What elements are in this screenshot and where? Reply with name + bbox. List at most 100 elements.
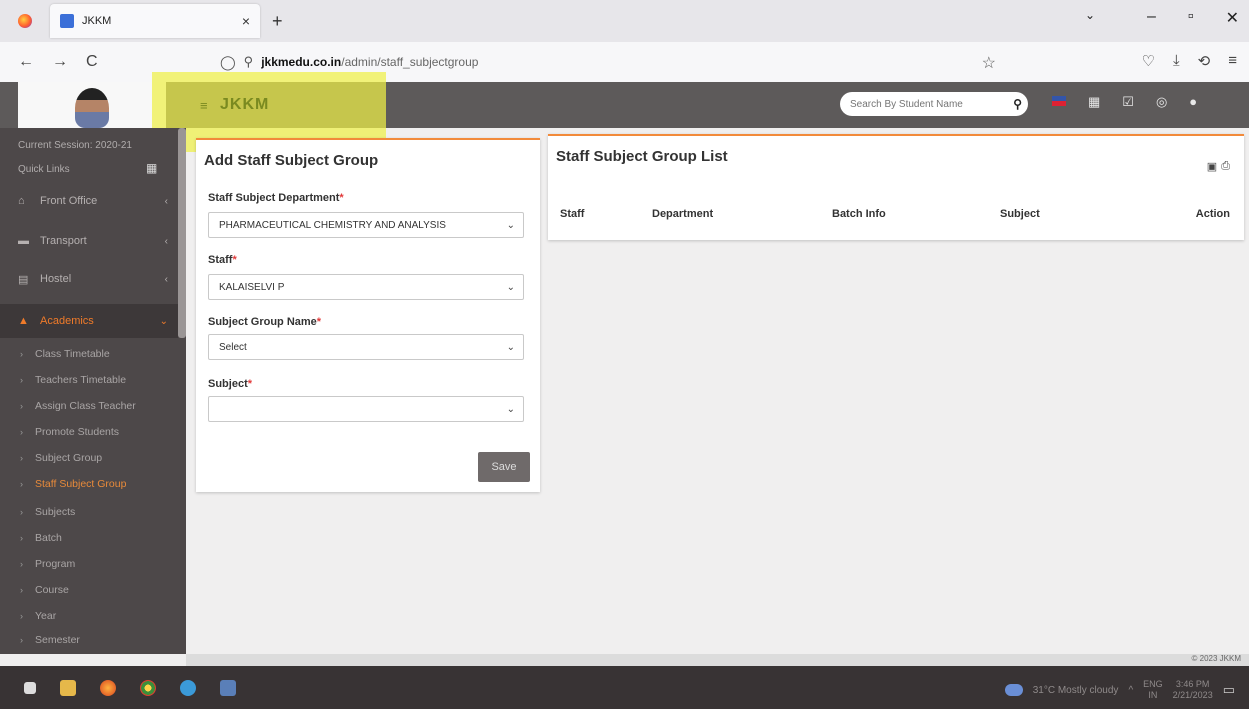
sidebar-scrollbar[interactable] (178, 128, 186, 338)
sub-item-label: Class Timetable (35, 348, 110, 360)
subject-group-value: Select (219, 341, 247, 353)
flag-icon[interactable] (1052, 96, 1066, 106)
sidebar: Current Session: 2020-21 Quick Links ▦ ⌂… (0, 128, 186, 654)
new-tab-button[interactable]: + (272, 11, 283, 32)
sub-item-program[interactable]: › Program (20, 558, 75, 570)
whatsapp-icon[interactable]: ◎ (1156, 94, 1167, 110)
chevron-down-icon: ⌄ (506, 281, 515, 293)
sub-item-subjects[interactable]: › Subjects (20, 506, 75, 518)
forward-button[interactable]: → (52, 53, 68, 71)
sub-item-label: Subject Group (35, 452, 103, 464)
sidebar-item-front-office[interactable]: ⌂ Front Office ‹ (0, 184, 178, 218)
clock[interactable]: 3:46 PM 2/21/2023 (1173, 679, 1213, 701)
app-icon[interactable] (180, 679, 196, 696)
required-mark: * (232, 254, 237, 266)
col-staff[interactable]: Staff (560, 208, 584, 220)
chevron-right-icon: › (20, 427, 23, 437)
sub-item-label: Program (35, 558, 76, 570)
chevron-right-icon: › (20, 375, 23, 385)
chevron-right-icon: › (20, 635, 23, 645)
subject-label: Subject* (208, 378, 252, 390)
quick-links[interactable]: Quick Links (18, 164, 70, 175)
bus-icon: ▬ (18, 235, 29, 247)
chrome-icon[interactable] (140, 679, 156, 696)
window-app-icon[interactable] (220, 679, 236, 696)
sub-item-staff-subject-group[interactable]: › Staff Subject Group (20, 478, 126, 490)
grid-icon[interactable]: ▦ (146, 161, 157, 175)
firefox-taskbar-icon[interactable] (100, 679, 116, 696)
sidebar-item-label: Academics (40, 315, 94, 327)
reload-button[interactable]: C (86, 53, 98, 71)
language-indicator[interactable]: ENG IN (1143, 679, 1163, 701)
back-button[interactable]: ← (18, 53, 34, 71)
subject-group-select[interactable]: Select ⌄ (208, 334, 524, 360)
required-mark: * (247, 378, 253, 390)
minimize-icon[interactable]: – (1147, 8, 1156, 28)
graduation-cap-icon: ▲ (18, 315, 29, 327)
windows-icon[interactable] (24, 681, 36, 694)
tray-chevron-icon[interactable]: ^ (1128, 685, 1133, 696)
app-brand[interactable]: JKKM (220, 96, 269, 114)
sub-item-label: Assign Class Teacher (35, 400, 136, 412)
user-icon[interactable]: ● (1189, 94, 1197, 110)
sub-item-course[interactable]: › Course (20, 584, 69, 596)
menu-icon[interactable]: ≡ (1228, 52, 1237, 70)
hamburger-icon[interactable]: ≡ (200, 98, 208, 113)
calendar-icon[interactable]: ▦ (1088, 94, 1100, 110)
sub-item-label: Promote Students (35, 426, 120, 438)
print-icon[interactable]: ⎙ (1221, 160, 1230, 173)
header-icons: ▦ ☑ ◎ ● (1052, 94, 1197, 110)
browser-tab[interactable]: JKKM × (50, 4, 260, 38)
extensions-icon[interactable]: ⟲ (1198, 52, 1211, 70)
maximize-icon[interactable]: ▫ (1188, 8, 1194, 28)
sidebar-item-transport[interactable]: ▬ Transport ‹ (0, 224, 178, 258)
sidebar-item-academics[interactable]: ▲ Academics ⌄ (0, 304, 178, 338)
notification-icon[interactable]: ▭ (1223, 682, 1235, 698)
weather-icon[interactable] (1004, 684, 1023, 696)
file-explorer-icon[interactable] (60, 679, 76, 696)
sidebar-item-label: Transport (40, 235, 87, 247)
sub-item-semester[interactable]: › Semester (20, 634, 80, 646)
col-department[interactable]: Department (652, 208, 713, 220)
chevron-right-icon: › (20, 611, 23, 621)
avatar (75, 88, 109, 128)
weather-text[interactable]: 31°C Mostly cloudy (1033, 685, 1119, 696)
staff-label-text: Staff (208, 254, 233, 266)
department-select[interactable]: PHARMACEUTICAL CHEMISTRY AND ANALYSIS ⌄ (208, 212, 524, 238)
staff-subject-group-list-card: Staff Subject Group List ▣ ⎙ Staff Depar… (548, 134, 1244, 240)
sub-item-label: Semester (35, 634, 80, 646)
chevron-right-icon: › (20, 479, 23, 489)
sub-item-assign-class-teacher[interactable]: › Assign Class Teacher (20, 400, 136, 412)
close-window-icon[interactable]: ✕ (1226, 8, 1239, 28)
star-icon[interactable]: ☆ (982, 53, 996, 73)
checkbox-icon[interactable]: ☑ (1122, 94, 1134, 110)
download-icon[interactable]: ⤓ (1173, 52, 1180, 70)
firefox-icon (18, 14, 32, 28)
col-subject[interactable]: Subject (1000, 208, 1040, 220)
search-input[interactable] (850, 98, 1000, 110)
search-icon[interactable]: ⚲ (1013, 97, 1022, 111)
subject-select[interactable]: ⌄ (208, 396, 524, 422)
footer: © 2023 JKKM (186, 654, 1249, 666)
chevron-right-icon: › (20, 507, 23, 517)
tab-title: JKKM (82, 15, 112, 27)
sub-item-promote-students[interactable]: › Promote Students (20, 426, 119, 438)
staff-select[interactable]: KALAISELVI P ⌄ (208, 274, 524, 300)
copyright: © 2023 JKKM (1191, 654, 1241, 663)
lock-icon[interactable]: ⚲ (244, 54, 254, 70)
sub-item-subject-group[interactable]: › Subject Group (20, 452, 102, 464)
shield-icon[interactable]: ◯ (220, 54, 236, 71)
save-button[interactable]: Save (478, 452, 530, 482)
close-tab-icon[interactable]: × (242, 13, 250, 29)
sub-item-class-timetable[interactable]: › Class Timetable (20, 348, 110, 360)
col-batch-info[interactable]: Batch Info (832, 208, 886, 220)
pocket-icon[interactable]: ♡ (1142, 52, 1155, 70)
chevron-left-icon: ‹ (164, 235, 168, 247)
sub-item-year[interactable]: › Year (20, 610, 56, 622)
tab-list-icon[interactable]: ⌄ (1085, 8, 1095, 28)
export-icon[interactable]: ▣ (1207, 160, 1217, 173)
sub-item-teachers-timetable[interactable]: › Teachers Timetable (20, 374, 126, 386)
sub-item-batch[interactable]: › Batch (20, 532, 62, 544)
sidebar-item-hostel[interactable]: ▤ Hostel ‹ (0, 262, 178, 296)
time-text: 3:46 PM (1175, 679, 1210, 689)
